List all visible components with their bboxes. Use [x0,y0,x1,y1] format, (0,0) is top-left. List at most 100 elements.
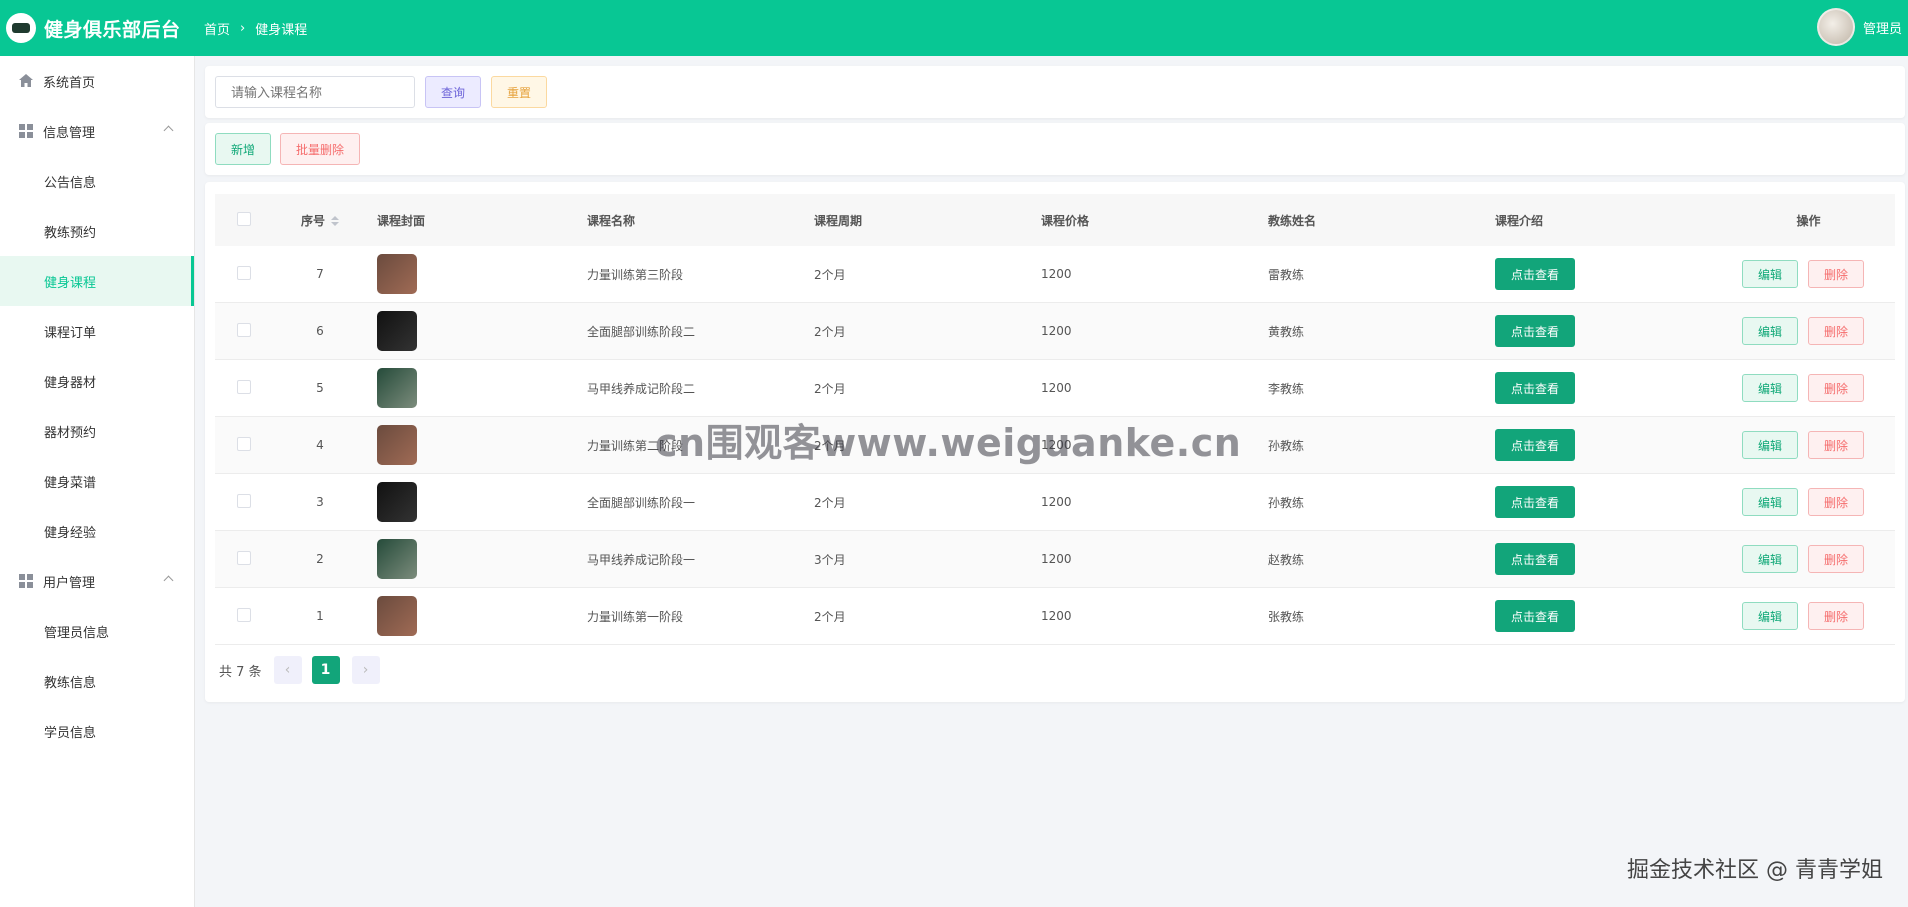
sidebar-item[interactable]: 健身经验 [0,506,194,556]
delete-button[interactable]: 删除 [1808,488,1864,516]
delete-button[interactable]: 删除 [1808,602,1864,630]
row-checkbox[interactable] [237,322,251,337]
header-id: 序号 [300,213,325,228]
cell-coach: 雷教练 [1268,267,1305,282]
sidebar-item-label: 器材预约 [44,425,97,441]
pagination: 共 7 条 ‹ 1 › [219,656,380,684]
header-cover: 课程封面 [377,213,426,228]
edit-button[interactable]: 编辑 [1742,545,1798,573]
reset-button[interactable]: 重置 [491,76,547,108]
sidebar-item[interactable]: 系统首页 [0,56,194,106]
sidebar-item[interactable]: 健身课程 [0,256,194,306]
course-cover-image [377,539,417,579]
sidebar-item[interactable]: 教练预约 [0,206,194,256]
delete-button[interactable]: 删除 [1808,317,1864,345]
sidebar-item-label: 系统首页 [43,75,96,91]
cell-name: 全面腿部训练阶段二 [587,324,696,339]
sidebar-item[interactable]: 器材预约 [0,406,194,456]
sidebar-group[interactable]: 信息管理 [0,106,194,156]
edit-button[interactable]: 编辑 [1742,602,1798,630]
edit-button[interactable]: 编辑 [1742,374,1798,402]
edit-button[interactable]: 编辑 [1742,317,1798,345]
row-checkbox[interactable] [237,550,251,565]
cell-id: 6 [316,324,324,338]
chevron-right-icon: › [240,20,246,36]
course-cover-image [377,596,417,636]
top-header: 健身俱乐部后台 首页 › 健身课程 管理员 [0,0,1908,56]
view-intro-button[interactable]: 点击查看 [1495,372,1575,404]
avatar[interactable] [1816,8,1855,46]
breadcrumb-home[interactable]: 首页 [204,19,230,38]
row-checkbox[interactable] [237,436,251,451]
sidebar-item-label: 健身课程 [44,275,97,291]
select-all-checkbox[interactable] [237,211,251,226]
prev-page-button[interactable]: ‹ [273,656,302,684]
cell-price: 1200 [1041,324,1072,338]
row-checkbox[interactable] [237,607,251,622]
delete-button[interactable]: 删除 [1808,431,1864,459]
delete-button[interactable]: 删除 [1808,374,1864,402]
edit-button[interactable]: 编辑 [1742,260,1798,288]
watermark: cn围观客www.weiguanke.cn [655,421,1242,465]
sidebar-item-label: 管理员信息 [44,625,110,641]
view-intro-button[interactable]: 点击查看 [1495,258,1575,290]
cell-id: 5 [316,381,324,395]
query-button[interactable]: 查询 [425,76,481,108]
sidebar-item-label: 健身菜谱 [44,475,97,491]
sidebar-item[interactable]: 课程订单 [0,306,194,356]
sidebar-item[interactable]: 教练信息 [0,656,194,706]
cell-coach: 黄教练 [1268,324,1305,339]
add-button[interactable]: 新增 [215,133,271,165]
edit-button[interactable]: 编辑 [1742,488,1798,516]
table-header: 序号 课程封面 课程名称 课程周期 课程价格 教练姓名 课程介绍 操作 [215,194,1895,246]
sidebar-group[interactable]: 用户管理 [0,556,194,606]
sidebar: 系统首页信息管理公告信息教练预约健身课程课程订单 健身器材器材预约健身菜谱健身经验… [0,56,195,907]
page-number-button[interactable]: 1 [311,656,340,684]
sort-icon[interactable] [331,216,339,226]
sidebar-item[interactable]: 健身菜谱 [0,456,194,506]
row-checkbox[interactable] [237,265,251,280]
delete-button[interactable]: 删除 [1808,260,1864,288]
cell-id: 1 [316,609,324,623]
cell-id: 3 [316,495,324,509]
next-page-button[interactable]: › [351,656,380,684]
credit-text: 掘金技术社区 @ 青青学姐 [1627,858,1883,883]
sidebar-item-label: 信息管理 [43,125,96,141]
delete-button[interactable]: 删除 [1808,545,1864,573]
cell-period: 2个月 [814,609,846,624]
course-name-search-input[interactable] [215,76,415,108]
sidebar-item-label: 用户管理 [43,575,96,591]
header-coach: 教练姓名 [1268,213,1317,228]
course-cover-image [377,311,417,351]
grid-icon [19,124,33,138]
header-period: 课程周期 [814,213,863,228]
chevron-up-icon [163,575,174,586]
row-checkbox[interactable] [237,493,251,508]
course-cover-image [377,254,417,294]
sidebar-item[interactable]: 公告信息 [0,156,194,206]
view-intro-button[interactable]: 点击查看 [1495,315,1575,347]
sidebar-item-label: 教练预约 [44,225,97,241]
view-intro-button[interactable]: 点击查看 [1495,543,1575,575]
view-intro-button[interactable]: 点击查看 [1495,429,1575,461]
row-checkbox[interactable] [237,379,251,394]
cell-coach: 赵教练 [1268,552,1305,567]
total-count: 共 7 条 [219,664,262,680]
search-panel: 查询 重置 [205,66,1905,118]
header-price: 课程价格 [1041,213,1090,228]
cell-coach: 张教练 [1268,609,1305,624]
breadcrumb-current: 健身课程 [255,22,308,38]
sidebar-item[interactable]: 学员信息 [0,706,194,756]
view-intro-button[interactable]: 点击查看 [1495,600,1575,632]
sidebar-item[interactable]: 健身器材 [0,356,194,406]
sidebar-item-label: 健身经验 [44,525,97,541]
view-intro-button[interactable]: 点击查看 [1495,486,1575,518]
course-cover-image [377,482,417,522]
user-menu[interactable]: 管理员 [1816,8,1902,46]
batch-delete-button[interactable]: 批量删除 [280,133,360,165]
sidebar-item[interactable]: 管理员信息 [0,606,194,656]
sidebar-item-label: 学员信息 [44,725,97,741]
cell-price: 1200 [1041,495,1072,509]
username[interactable]: 管理员 [1863,18,1902,37]
edit-button[interactable]: 编辑 [1742,431,1798,459]
